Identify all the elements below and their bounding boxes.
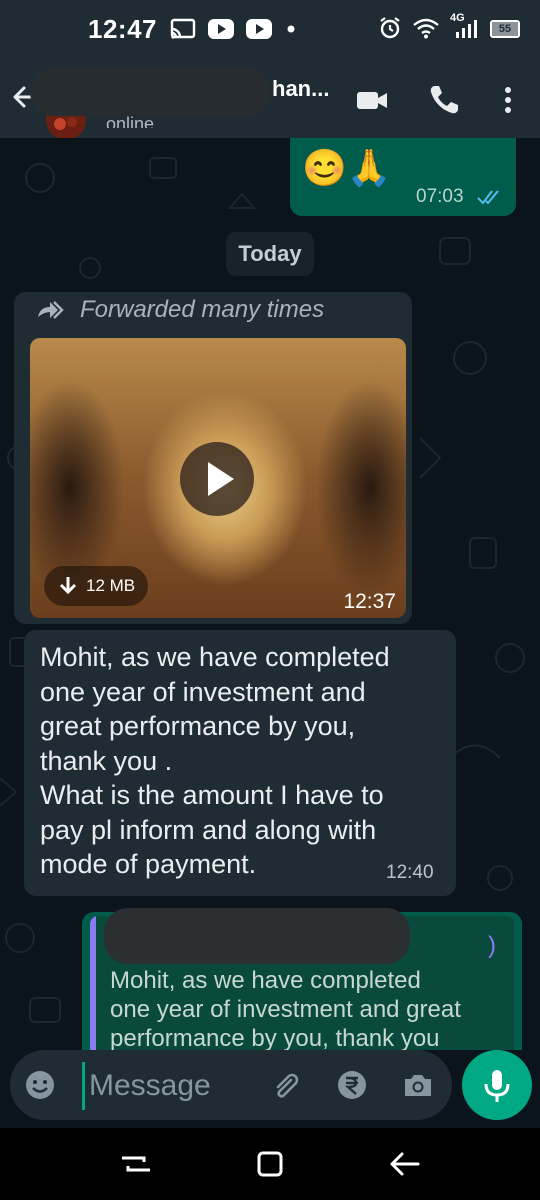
composer-bar (0, 1050, 540, 1128)
system-nav-bar (0, 1128, 540, 1200)
more-options-icon[interactable] (490, 82, 526, 118)
dot-icon (287, 25, 295, 33)
forwarded-icon (38, 301, 64, 319)
quote-line: one year of investment and great (110, 996, 461, 1023)
back-nav-icon[interactable] (384, 1148, 424, 1180)
home-icon[interactable] (250, 1148, 290, 1180)
download-icon (59, 577, 77, 595)
quote-line: performance by you, thank you (110, 1025, 440, 1050)
redacted-quote-author (104, 908, 410, 964)
video-size: 12 MB (86, 576, 136, 595)
battery-icon: 55 (490, 20, 520, 38)
message-emojis: 😊🙏 (302, 147, 392, 188)
message-line: What is the amount I have to (40, 780, 384, 810)
camera-icon[interactable] (400, 1067, 436, 1103)
youtube-icon (246, 19, 272, 39)
wifi-icon (413, 18, 439, 39)
alarm-icon (380, 17, 400, 39)
outgoing-message[interactable]: 😊🙏 07:03 (290, 138, 516, 216)
rupee-payment-icon[interactable] (334, 1067, 370, 1103)
read-ticks-icon (477, 190, 499, 205)
message-time: 12:40 (386, 862, 434, 883)
attach-icon[interactable] (268, 1067, 304, 1103)
status-time: 12:47 (88, 14, 157, 44)
quote-text: Mohit, as we have completed one year of … (110, 966, 510, 1050)
date-chip: Today (226, 232, 314, 276)
message-line: pay pl inform and along with (40, 814, 377, 845)
message-line: great performance by you, (40, 711, 356, 741)
phone-icon[interactable] (426, 82, 462, 118)
chat-header: online han... (0, 60, 540, 140)
youtube-icon (208, 19, 234, 39)
emoji-icon[interactable] (22, 1067, 58, 1103)
voice-record-button[interactable] (462, 1050, 532, 1120)
message-line: one year of investment and (40, 676, 366, 707)
message-body: Mohit, as we have completed one year of … (40, 640, 450, 882)
battery-level: 55 (492, 22, 518, 36)
quote-author-suffix: ) (488, 932, 496, 959)
mic-icon (484, 1070, 510, 1102)
video-call-icon[interactable] (354, 82, 390, 118)
play-icon (208, 462, 234, 496)
quote-bar (90, 916, 96, 1050)
contact-name[interactable]: han... (272, 76, 329, 102)
message-composer[interactable] (10, 1050, 452, 1120)
quote-line: Mohit, as we have completed (110, 967, 421, 994)
message-line: Mohit, as we have completed (40, 642, 390, 672)
forwarded-label: Forwarded many times (36, 296, 324, 324)
play-button[interactable] (180, 442, 254, 516)
message-input[interactable] (82, 1062, 271, 1110)
cast-icon (170, 18, 196, 39)
redacted-contact-name (30, 68, 270, 116)
video-time: 12:37 (343, 590, 396, 613)
video-thumbnail[interactable]: 12 MB 12:37 (30, 338, 406, 618)
forwarded-text: Forwarded many times (80, 296, 325, 323)
status-bar: 12:47 4G 55 (0, 0, 540, 60)
incoming-text-message[interactable]: Mohit, as we have completed one year of … (24, 630, 456, 896)
message-time: 07:03 (416, 186, 464, 207)
recent-apps-icon[interactable] (116, 1148, 156, 1180)
message-line: thank you . (40, 745, 173, 776)
download-button[interactable]: 12 MB (44, 566, 148, 606)
chat-area[interactable]: 😊🙏 07:03 Today Forwarded many times 12 M… (0, 138, 540, 1050)
network-type: 4G (450, 12, 465, 24)
